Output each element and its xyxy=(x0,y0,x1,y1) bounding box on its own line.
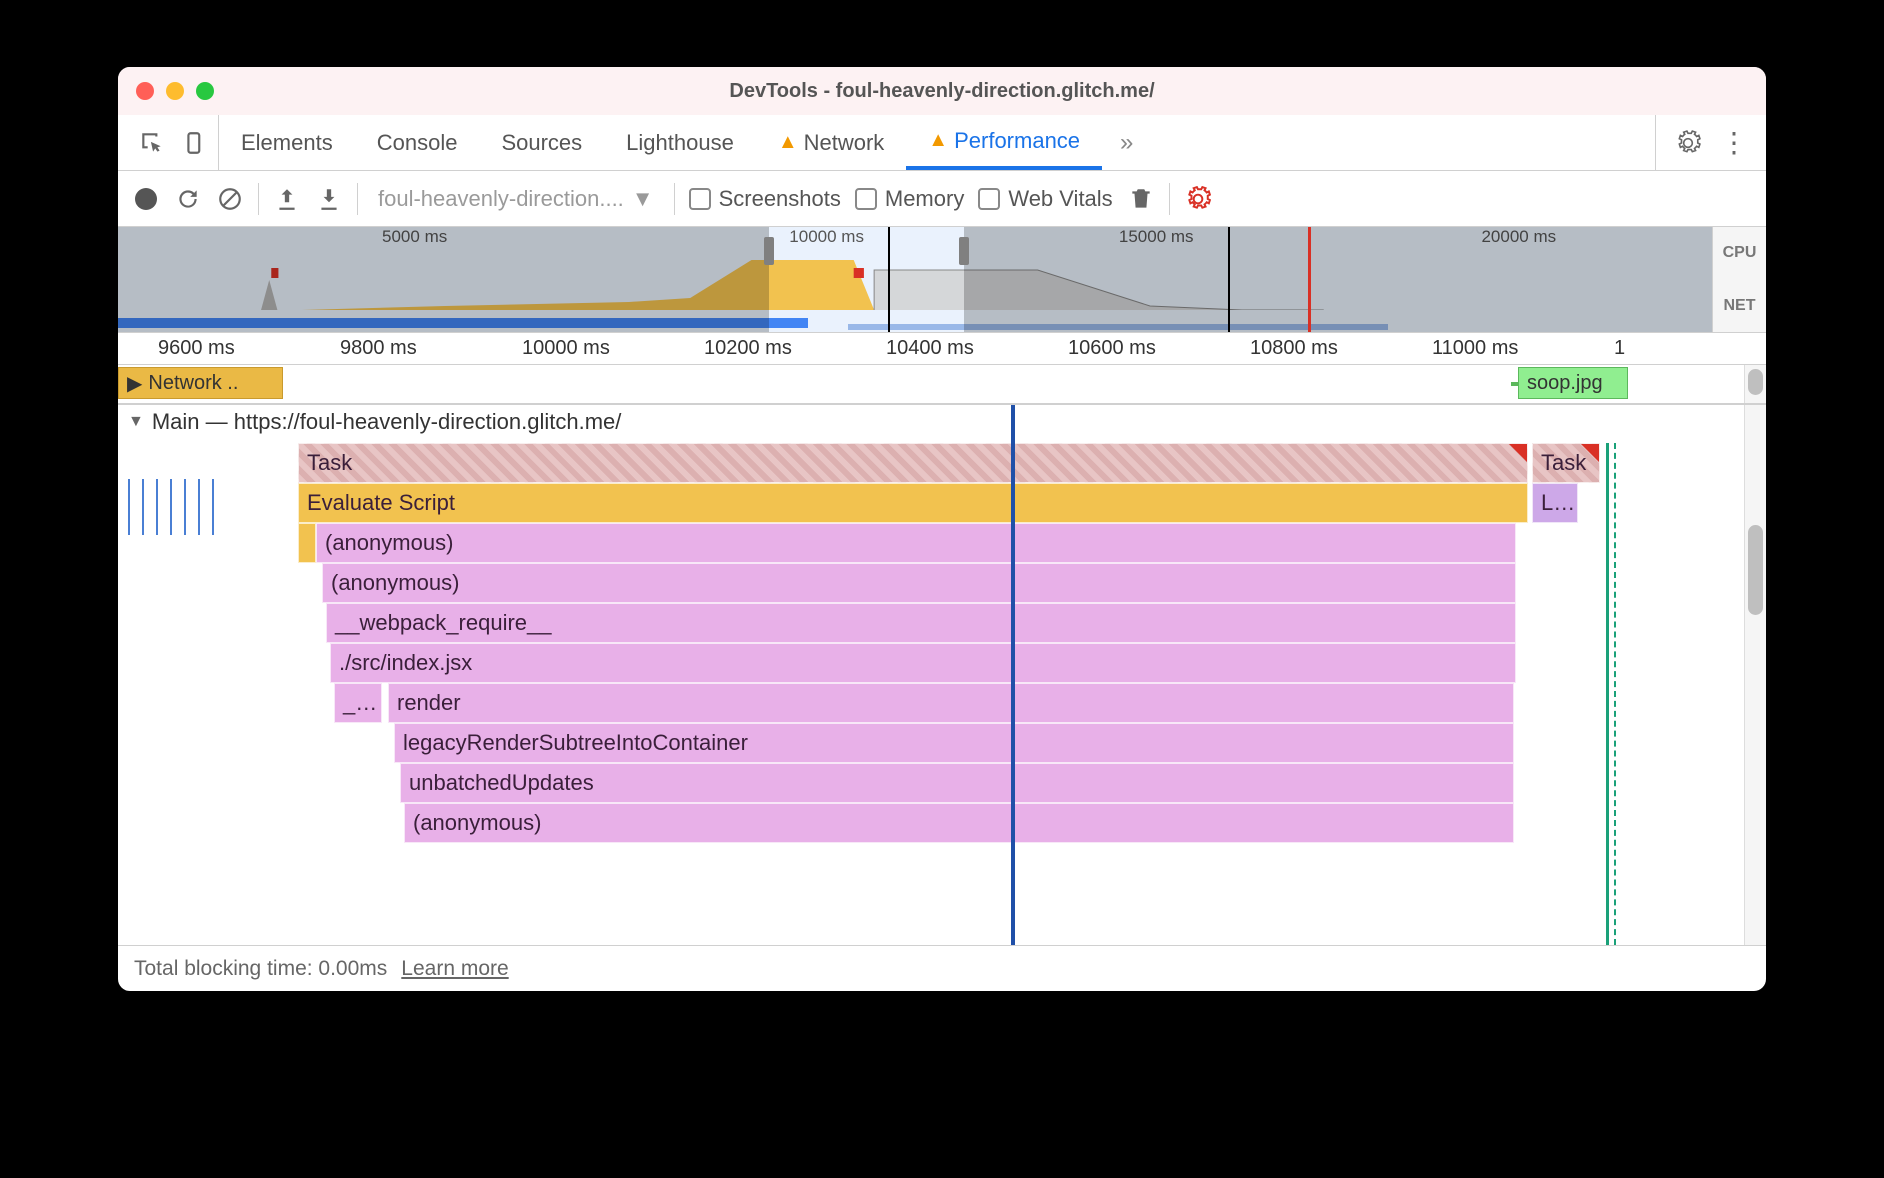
flame-layout[interactable]: L… xyxy=(1532,483,1578,523)
warning-icon: ▲ xyxy=(778,131,798,154)
overview-marker xyxy=(1228,227,1230,332)
overview-marker-red xyxy=(1308,227,1311,332)
warning-icon: ▲ xyxy=(928,129,948,152)
upload-icon[interactable] xyxy=(273,185,301,213)
flame-webpack-require[interactable]: __webpack_require__ xyxy=(326,603,1516,643)
network-track[interactable]: ▶ Network .. soop.jpg xyxy=(118,365,1766,403)
panel-tabs: Elements Console Sources Lighthouse ▲Net… xyxy=(118,115,1766,171)
overview-handle-right[interactable] xyxy=(959,237,969,265)
more-tabs-button[interactable]: » xyxy=(1102,129,1151,157)
maximize-window-button[interactable] xyxy=(196,82,214,100)
clear-button[interactable] xyxy=(216,185,244,213)
total-blocking-time: Total blocking time: 0.00ms xyxy=(134,957,387,981)
flame-render[interactable]: render xyxy=(388,683,1514,723)
overview-tick: 10000 ms xyxy=(789,227,864,247)
overview-handle-left[interactable] xyxy=(764,237,774,265)
devtools-window: DevTools - foul-heavenly-direction.glitc… xyxy=(118,67,1766,991)
device-mode-icon[interactable] xyxy=(182,129,210,157)
time-ruler[interactable]: 9600 ms 9800 ms 10000 ms 10200 ms 10400 … xyxy=(118,333,1766,365)
flame-anonymous[interactable]: (anonymous) xyxy=(316,523,1516,563)
main-thread-track: ▼ Main — https://foul-heavenly-direction… xyxy=(118,403,1766,945)
main-scrollbar[interactable] xyxy=(1744,405,1766,945)
flame-legacy-render[interactable]: legacyRenderSubtreeIntoContainer xyxy=(394,723,1514,763)
frame-ticks xyxy=(128,443,214,533)
overview-timeline[interactable]: 5000 ms 10000 ms 15000 ms 20000 ms xyxy=(118,227,1766,333)
footer-bar: Total blocking time: 0.00ms Learn more xyxy=(118,945,1766,991)
network-request-item[interactable]: soop.jpg xyxy=(1518,367,1628,399)
flame-evaluate-script[interactable]: Evaluate Script xyxy=(298,483,1528,523)
kebab-menu-icon[interactable]: ⋮ xyxy=(1720,129,1748,157)
recording-select-label: foul-heavenly-direction.... xyxy=(378,186,624,212)
web-vitals-checkbox[interactable]: Web Vitals xyxy=(978,186,1112,212)
overview-side-labels: CPU NET xyxy=(1712,227,1766,332)
flame-item[interactable]: _… xyxy=(334,683,382,723)
flame-chart[interactable]: Task Task Evaluate Script L… (anonymous)… xyxy=(118,443,1744,945)
close-window-button[interactable] xyxy=(136,82,154,100)
flame-anonymous[interactable]: (anonymous) xyxy=(404,803,1514,843)
performance-content: 5000 ms 10000 ms 15000 ms 20000 ms xyxy=(118,227,1766,945)
minimize-window-button[interactable] xyxy=(166,82,184,100)
playhead-cursor[interactable] xyxy=(1011,405,1015,945)
flame-task[interactable]: Task xyxy=(298,443,1528,483)
record-button[interactable] xyxy=(132,185,160,213)
reload-button[interactable] xyxy=(174,185,202,213)
flame-anonymous[interactable]: (anonymous) xyxy=(322,563,1516,603)
inspect-element-icon[interactable] xyxy=(138,129,166,157)
expand-icon: ▶ xyxy=(127,371,142,396)
tab-sources[interactable]: Sources xyxy=(479,115,604,170)
overview-dim xyxy=(964,227,1712,332)
window-controls xyxy=(136,82,214,100)
collapse-icon: ▼ xyxy=(128,413,144,431)
window-title: DevTools - foul-heavenly-direction.glitc… xyxy=(118,80,1766,103)
flame-task[interactable]: Task xyxy=(1532,443,1600,483)
tab-elements[interactable]: Elements xyxy=(219,115,355,170)
tab-lighthouse[interactable]: Lighthouse xyxy=(604,115,756,170)
learn-more-link[interactable]: Learn more xyxy=(401,957,508,981)
tab-performance[interactable]: ▲Performance xyxy=(906,115,1102,170)
tab-console[interactable]: Console xyxy=(355,115,480,170)
flame-item[interactable] xyxy=(298,523,316,563)
tab-network[interactable]: ▲Network xyxy=(756,115,906,170)
flame-unbatched[interactable]: unbatchedUpdates xyxy=(400,763,1514,803)
recording-select[interactable]: foul-heavenly-direction.... ▼ xyxy=(372,186,660,212)
performance-toolbar: foul-heavenly-direction.... ▼ Screenshot… xyxy=(118,171,1766,227)
delete-icon[interactable] xyxy=(1127,185,1155,213)
flame-index-jsx[interactable]: ./src/index.jsx xyxy=(330,643,1516,683)
dropdown-icon: ▼ xyxy=(632,186,654,212)
overview-cursor xyxy=(888,227,890,332)
network-track-header[interactable]: ▶ Network .. xyxy=(118,367,283,399)
memory-checkbox[interactable]: Memory xyxy=(855,186,964,212)
network-scrollbar[interactable] xyxy=(1744,365,1766,403)
download-icon[interactable] xyxy=(315,185,343,213)
capture-settings-icon[interactable] xyxy=(1184,185,1212,213)
screenshots-checkbox[interactable]: Screenshots xyxy=(689,186,841,212)
overview-dim xyxy=(118,227,769,332)
titlebar: DevTools - foul-heavenly-direction.glitc… xyxy=(118,67,1766,115)
settings-icon[interactable] xyxy=(1674,129,1702,157)
main-thread-header[interactable]: ▼ Main — https://foul-heavenly-direction… xyxy=(118,405,1766,439)
